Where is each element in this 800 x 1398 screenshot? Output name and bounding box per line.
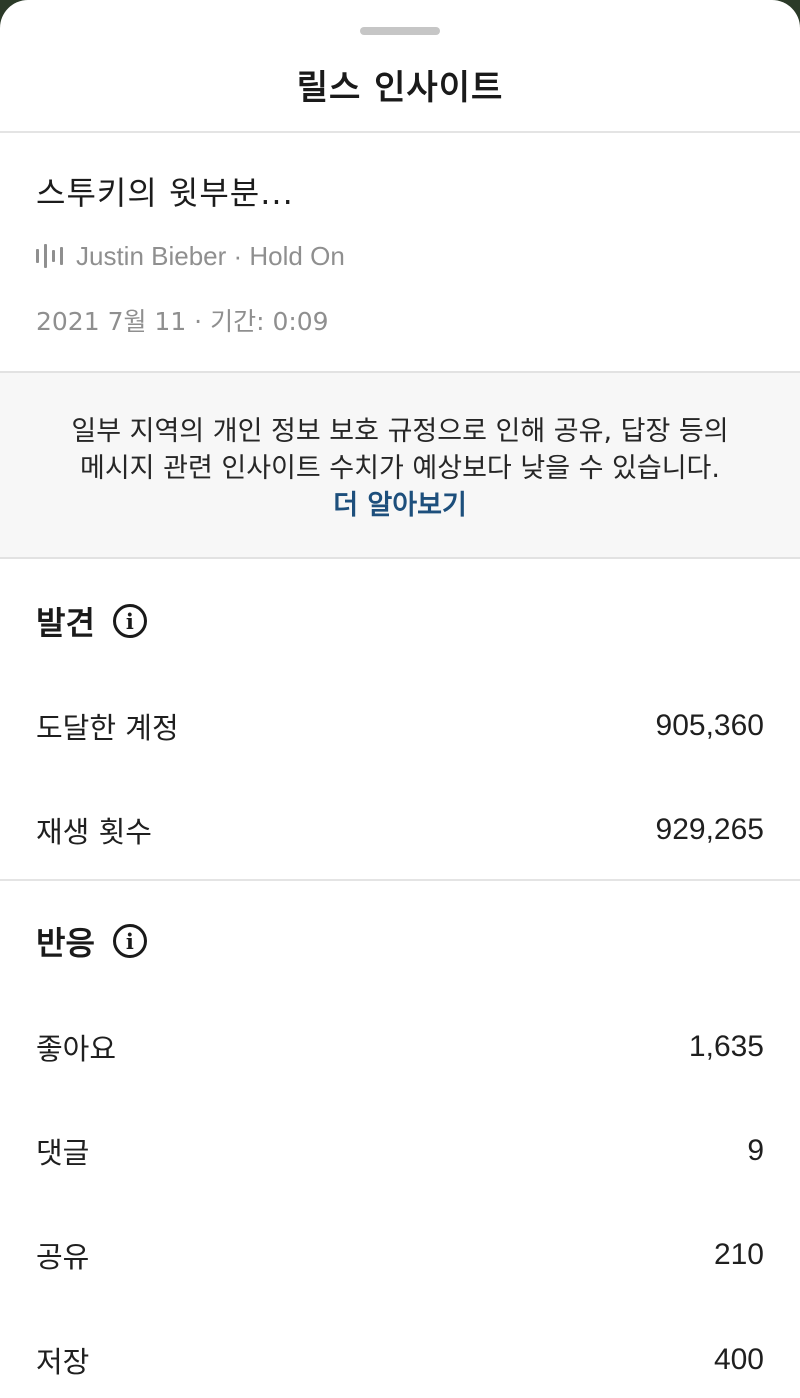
metric-value: 9 — [747, 1134, 764, 1167]
metric-label: 재생 횟수 — [36, 815, 152, 849]
reels-insights-sheet: 릴스 인사이트 스투키의 윗부분... Justin Bieber · Hold… — [0, 0, 800, 1398]
metric-label: 저장 — [36, 1345, 90, 1379]
metric-value: 210 — [713, 1238, 764, 1271]
reel-title: 스투키의 윗부분... — [36, 174, 294, 212]
metric-row-accounts-reached: 도달한 계정 905,360 — [36, 704, 764, 748]
discovery-section-title: 발견 i — [36, 599, 147, 643]
metric-row-saves: 저장 400 — [36, 1338, 764, 1382]
sheet-drag-handle[interactable] — [360, 27, 440, 35]
info-icon[interactable]: i — [112, 604, 147, 638]
metric-value: 905,360 — [655, 709, 764, 742]
reel-date-duration: 2021 7월 11 · 기간: 0:09 — [36, 307, 329, 336]
section-divider — [0, 879, 800, 881]
learn-more-link[interactable]: 더 알아보기 — [333, 490, 467, 521]
metric-row-shares: 공유 210 — [36, 1233, 764, 1277]
metric-label: 댓글 — [36, 1136, 90, 1170]
metric-label: 공유 — [36, 1240, 90, 1274]
metric-label: 좋아요 — [36, 1032, 117, 1066]
metric-value: 929,265 — [655, 813, 764, 846]
header-divider — [0, 131, 800, 133]
metric-row-likes: 좋아요 1,635 — [36, 1025, 764, 1069]
audio-track-label: Justin Bieber · Hold On — [76, 240, 345, 271]
metric-value: 1,635 — [688, 1030, 764, 1063]
metric-label: 도달한 계정 — [36, 711, 179, 745]
engagement-title-label: 반응 — [36, 924, 95, 962]
metric-row-plays: 재생 횟수 929,265 — [36, 808, 764, 852]
metric-row-comments: 댓글 9 — [36, 1129, 764, 1173]
privacy-notice: 일부 지역의 개인 정보 보호 규정으로 인해 공유, 답장 등의 메시지 관련… — [0, 371, 800, 559]
engagement-section-title: 반응 i — [36, 919, 147, 963]
metric-value: 400 — [713, 1343, 764, 1376]
discovery-title-label: 발견 — [36, 604, 95, 642]
audio-waveform-icon — [36, 242, 63, 270]
sheet-title: 릴스 인사이트 — [296, 68, 504, 108]
privacy-notice-text: 일부 지역의 개인 정보 보호 규정으로 인해 공유, 답장 등의 메시지 관련… — [70, 413, 730, 524]
privacy-notice-body: 일부 지역의 개인 정보 보호 규정으로 인해 공유, 답장 등의 메시지 관련… — [71, 416, 729, 484]
audio-attribution[interactable]: Justin Bieber · Hold On — [36, 238, 345, 274]
info-icon[interactable]: i — [112, 924, 147, 958]
